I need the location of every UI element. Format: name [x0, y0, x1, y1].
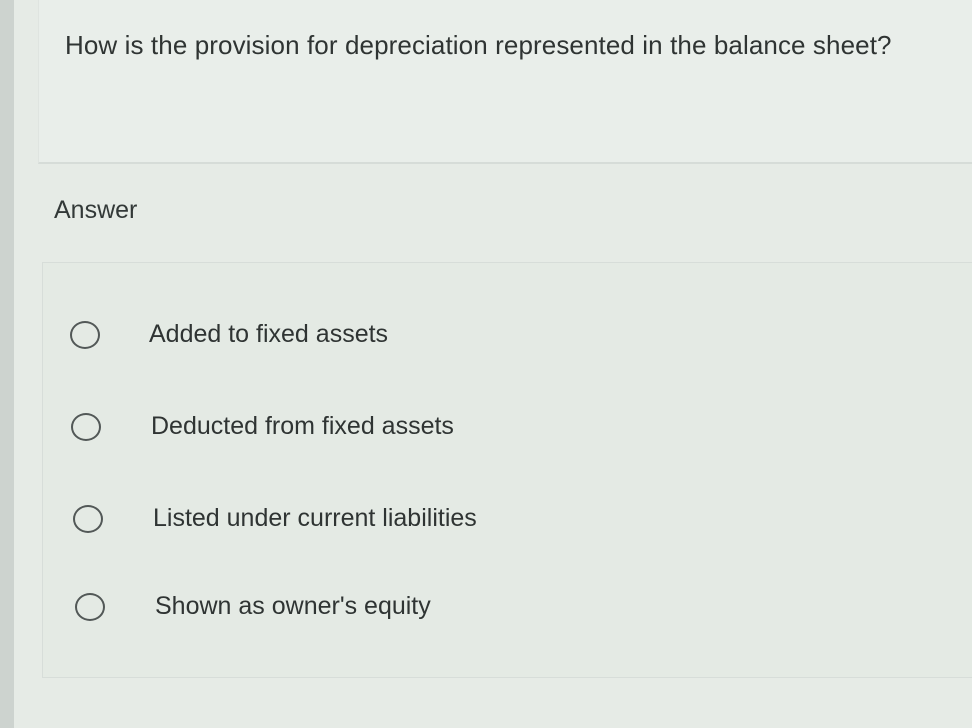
answer-heading: Answer: [54, 196, 138, 224]
left-margin-strip: [0, 0, 14, 728]
question-text: How is the provision for depreciation re…: [65, 30, 892, 60]
answer-option-3[interactable]: Listed under current liabilities: [43, 489, 972, 549]
answer-options-panel: Added to fixed assets Deducted from fixe…: [42, 262, 972, 678]
radio-button-icon[interactable]: [71, 413, 101, 441]
option-label[interactable]: Listed under current liabilities: [153, 504, 477, 533]
radio-button-icon[interactable]: [75, 593, 105, 621]
answer-option-4[interactable]: Shown as owner's equity: [43, 577, 972, 637]
option-label[interactable]: Shown as owner's equity: [155, 592, 431, 621]
radio-button-icon[interactable]: [70, 321, 100, 349]
question-card: How is the provision for depreciation re…: [38, 0, 972, 164]
answer-option-2[interactable]: Deducted from fixed assets: [43, 397, 972, 457]
option-label[interactable]: Deducted from fixed assets: [151, 412, 454, 441]
option-label[interactable]: Added to fixed assets: [149, 320, 388, 349]
radio-button-icon[interactable]: [73, 505, 103, 533]
answer-option-1[interactable]: Added to fixed assets: [43, 305, 972, 365]
